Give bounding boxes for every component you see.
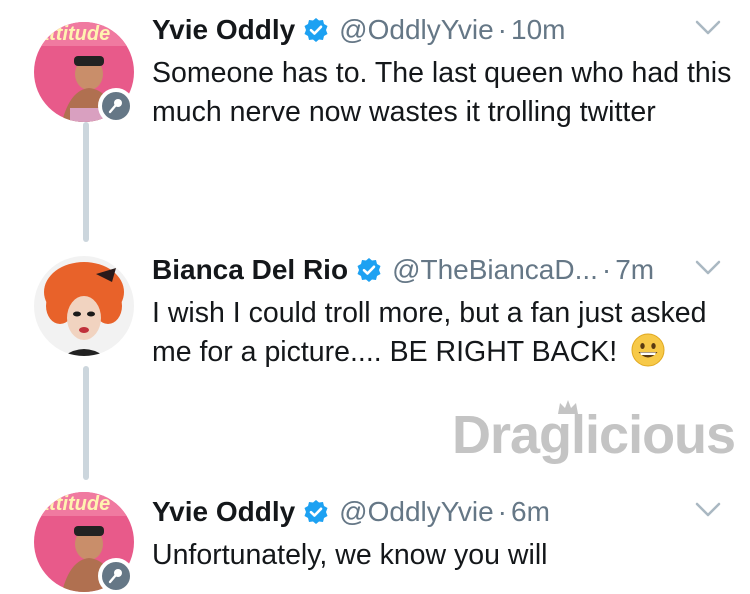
chevron-down-icon[interactable] <box>694 258 722 278</box>
avatar-magazine-title: attitude <box>38 493 110 515</box>
author-handle[interactable]: @TheBiancaD... <box>392 254 598 286</box>
mic-badge <box>98 558 134 594</box>
tweet-text: Someone has to. The last queen who had t… <box>152 57 732 128</box>
separator-dot: · <box>497 14 507 45</box>
watermark-logo: Draglicious <box>452 398 736 478</box>
tweet-timestamp[interactable]: 10m <box>511 14 565 46</box>
author-name[interactable]: Yvie Oddly <box>152 496 295 528</box>
tweet-3[interactable]: attitude Yvie Oddly @OddlyYvie · 6m Unfo… <box>0 492 750 594</box>
avatar[interactable] <box>34 256 134 356</box>
separator-dot: · <box>601 254 612 285</box>
grinning-face-emoji <box>631 333 665 367</box>
tweet-header: Yvie Oddly @OddlyYvie · 6m <box>152 492 550 532</box>
tweet-text-content: I wish I could troll more, but a fan jus… <box>152 297 707 368</box>
mic-badge <box>98 88 134 124</box>
author-name[interactable]: Yvie Oddly <box>152 14 295 46</box>
tweet-header: Yvie Oddly @OddlyYvie · 10m <box>152 10 565 50</box>
tweet-timestamp[interactable]: 6m <box>511 496 550 528</box>
tweet-1[interactable]: attitude Yvie Oddly @OddlyYvie · 10m Som… <box>0 10 750 160</box>
verified-badge-icon <box>304 18 328 42</box>
microphone-icon <box>108 99 122 114</box>
chevron-down-icon[interactable] <box>694 18 722 38</box>
tweet-header: Bianca Del Rio @TheBiancaD... · 7m <box>152 250 654 290</box>
chevron-down-icon[interactable] <box>694 500 722 520</box>
author-handle[interactable]: @OddlyYvie <box>339 14 494 46</box>
avatar-magazine-title: attitude <box>38 23 110 45</box>
verified-badge-icon <box>357 258 381 282</box>
tweet-text: I wish I could troll more, but a fan jus… <box>152 294 732 372</box>
author-name[interactable]: Bianca Del Rio <box>152 254 348 286</box>
tweet-timestamp[interactable]: 7m <box>615 254 654 286</box>
author-handle[interactable]: @OddlyYvie <box>339 496 494 528</box>
separator-dot: · <box>497 496 507 527</box>
watermark-text: Draglicious <box>452 405 736 465</box>
microphone-icon <box>108 569 122 584</box>
tweet-text: Unfortunately, we know you will <box>152 539 548 571</box>
verified-badge-icon <box>304 500 328 524</box>
tweet-2[interactable]: Bianca Del Rio @TheBiancaD... · 7m I wis… <box>0 250 750 410</box>
